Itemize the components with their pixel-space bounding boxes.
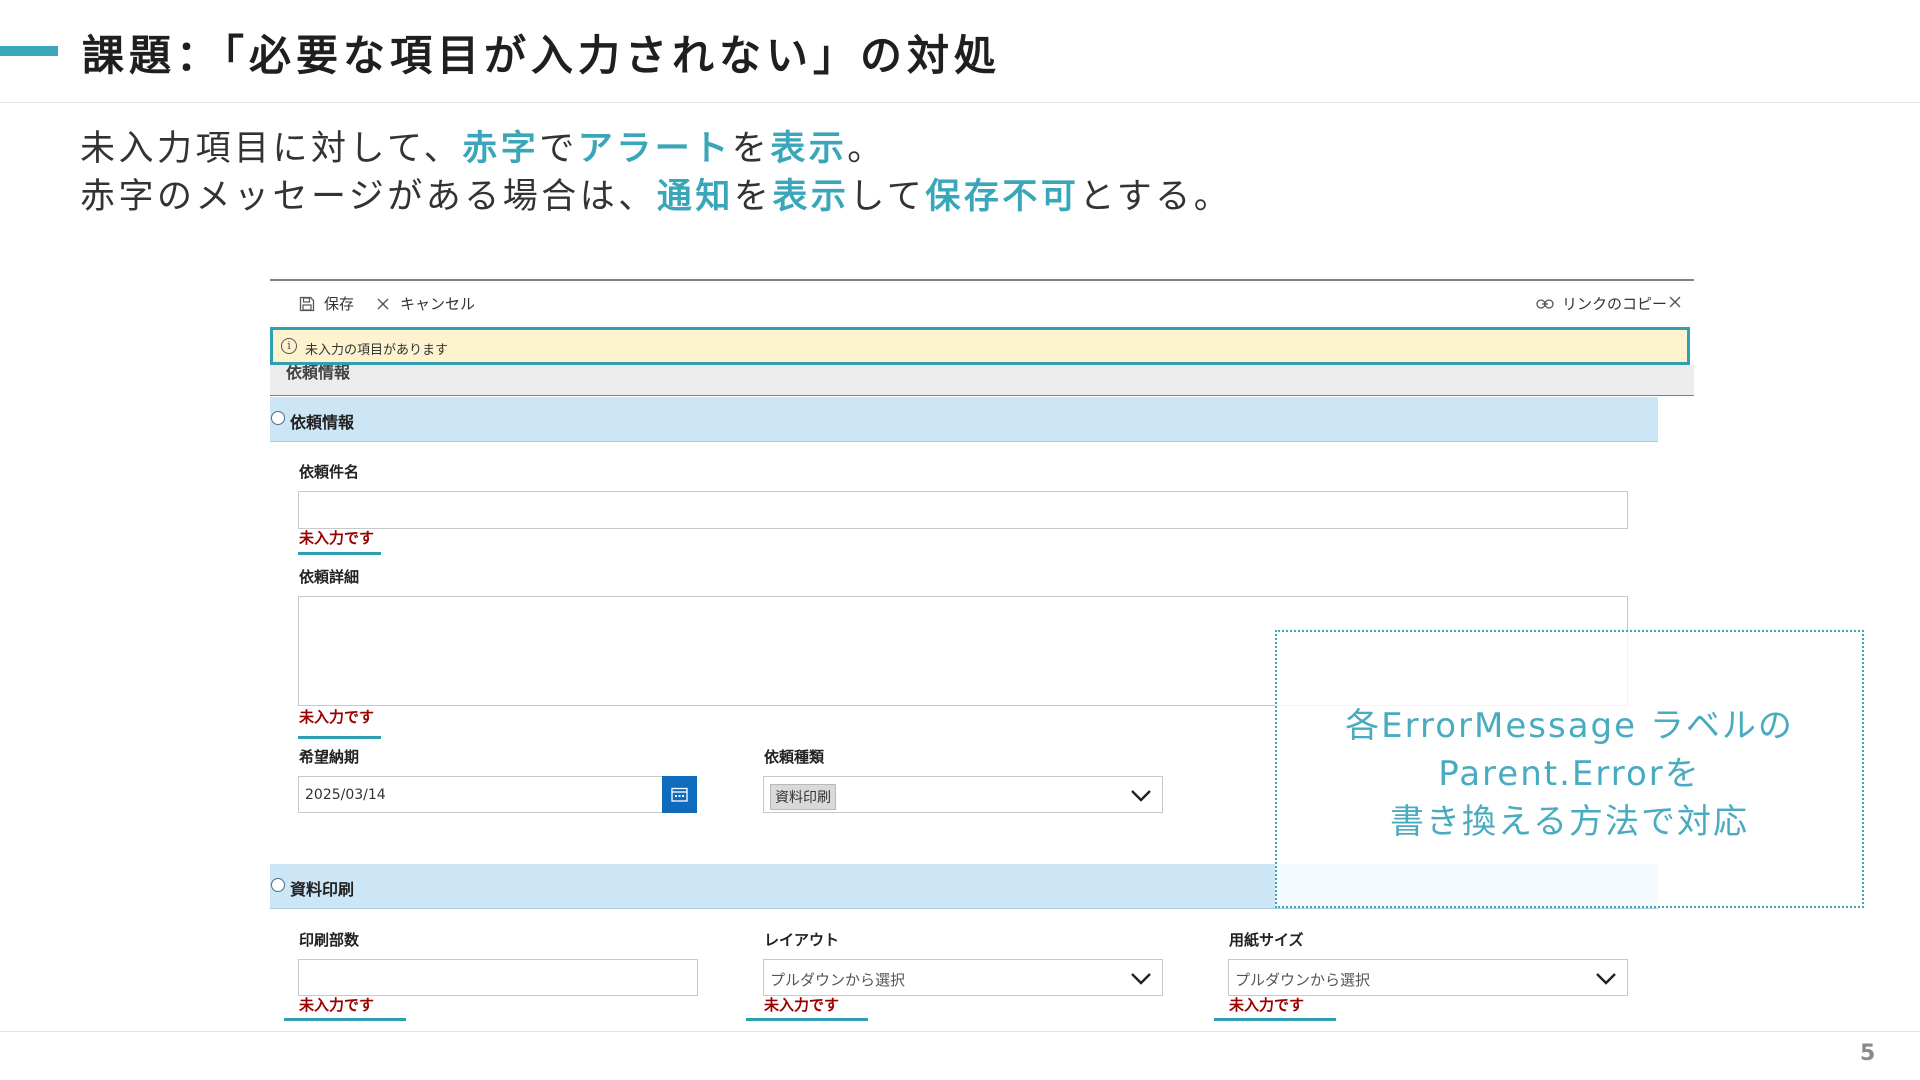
section-title: 資料印刷 — [290, 880, 355, 899]
lead-text: を — [733, 177, 773, 217]
paper-size-select[interactable]: プルダウンから選択 — [1228, 959, 1628, 996]
layout-error: 未入力です — [764, 996, 840, 1014]
paper-size-label: 用紙サイズ — [1229, 931, 1304, 949]
lead-text: で — [539, 129, 578, 169]
highlight-text: 赤字 — [462, 129, 540, 169]
layout-placeholder: プルダウンから選択 — [770, 971, 906, 989]
notification-message: 未入力の項目があります — [305, 343, 449, 358]
callout-line-2: Parent.Errorを — [1438, 754, 1701, 794]
date-picker-button[interactable] — [662, 776, 697, 813]
section-toggle-icon — [271, 411, 285, 425]
due-date-value: 2025/03/14 — [305, 787, 386, 803]
page-number: 5 — [1860, 1041, 1876, 1066]
chevron-down-icon — [1130, 971, 1152, 985]
callout-line-3: 書き換える方法で対応 — [1390, 802, 1749, 842]
close-form-button[interactable] — [1666, 293, 1684, 311]
copies-label: 印刷部数 — [299, 931, 360, 949]
lead-text: を — [731, 129, 771, 169]
close-icon — [1666, 293, 1684, 311]
lead-text: とする。 — [1079, 177, 1233, 217]
cancel-label: キャンセル — [400, 295, 476, 313]
request-name-error: 未入力です — [299, 529, 375, 547]
copy-link-label: リンクのコピー — [1562, 295, 1668, 313]
save-button[interactable]: 保存 — [298, 293, 354, 314]
title-divider — [0, 102, 1920, 103]
close-icon — [374, 295, 392, 313]
error-underline — [1214, 1018, 1336, 1021]
paper-size-error: 未入力です — [1229, 996, 1305, 1014]
section-title: 依頼情報 — [290, 413, 355, 432]
request-detail-label: 依頼詳細 — [299, 568, 360, 586]
form-header-bar: 依頼情報 — [270, 365, 1694, 396]
copies-input[interactable] — [298, 959, 698, 996]
error-underline — [298, 736, 381, 739]
lead-line-1: 未入力項目に対して、赤字でアラートを表示。 — [80, 120, 886, 171]
save-label: 保存 — [324, 295, 355, 313]
highlight-text: 通知 — [656, 177, 734, 217]
validation-notification: i 未入力の項目があります — [270, 327, 1690, 365]
footer-divider — [0, 1031, 1920, 1032]
save-icon — [298, 295, 316, 313]
section-header-request[interactable]: 依頼情報 — [270, 397, 1658, 442]
form-header-title: 依頼情報 — [286, 365, 351, 382]
lead-text: 。 — [847, 129, 886, 169]
layout-label: レイアウト — [764, 931, 840, 949]
slide-title: 課題：「必要な項目が入力されない」の対処 — [82, 31, 1002, 80]
calendar-icon — [671, 787, 688, 806]
highlight-text: 表示 — [770, 129, 848, 169]
chevron-down-icon — [1595, 971, 1617, 985]
paper-size-placeholder: プルダウンから選択 — [1235, 971, 1371, 989]
error-underline — [298, 552, 381, 555]
title-accent-bar — [0, 46, 58, 56]
request-type-label: 依頼種類 — [764, 748, 825, 766]
request-name-label: 依頼件名 — [299, 463, 360, 481]
lead-text: 未入力項目に対して、 — [80, 129, 463, 169]
callout-line-1: 各ErrorMessage ラベルの — [1345, 706, 1794, 746]
info-icon: i — [281, 338, 297, 354]
due-date-label: 希望納期 — [299, 748, 360, 766]
highlight-text: アラート — [577, 129, 732, 169]
cancel-button[interactable]: キャンセル — [374, 293, 475, 314]
section-toggle-icon — [271, 878, 285, 892]
copy-link-button[interactable]: リンクのコピー — [1536, 293, 1667, 314]
layout-select[interactable]: プルダウンから選択 — [763, 959, 1163, 996]
error-underline — [746, 1018, 868, 1021]
lead-text: 赤字のメッセージがある場合は、 — [80, 177, 657, 217]
highlight-text: 表示 — [772, 177, 850, 217]
due-date-input[interactable]: 2025/03/14 — [298, 776, 664, 813]
command-bar: 保存 キャンセル リンクのコピー — [270, 281, 1694, 327]
highlight-text: 保存不可 — [925, 177, 1080, 217]
explanation-callout: 各ErrorMessage ラベルの Parent.Errorを 書き換える方法… — [1275, 630, 1864, 908]
request-detail-error: 未入力です — [299, 708, 375, 726]
chevron-down-icon — [1130, 788, 1152, 802]
lead-line-2: 赤字のメッセージがある場合は、通知を表示して保存不可とする。 — [80, 168, 1232, 219]
request-type-selected-chip: 資料印刷 — [770, 784, 836, 810]
lead-text: して — [849, 177, 926, 217]
copies-error: 未入力です — [299, 996, 375, 1014]
link-icon — [1536, 295, 1554, 313]
request-name-input[interactable] — [298, 491, 1628, 529]
error-underline — [284, 1018, 406, 1021]
request-type-select[interactable]: 資料印刷 — [763, 776, 1163, 813]
